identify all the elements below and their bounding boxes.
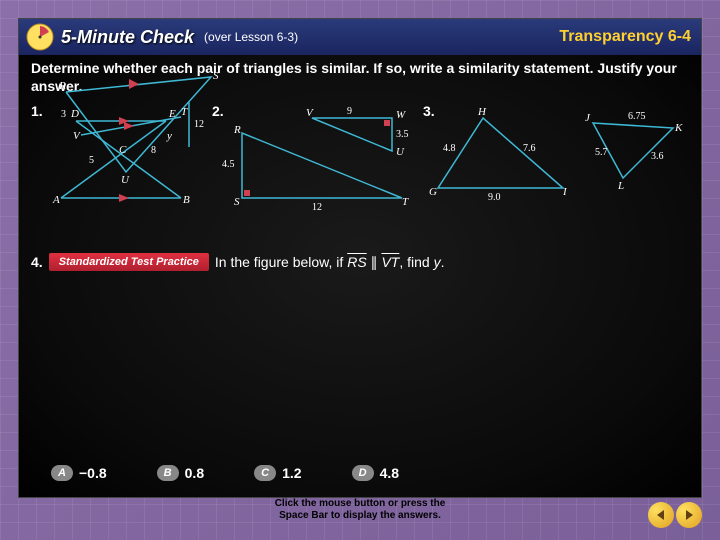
svg-text:U: U (121, 174, 130, 186)
svg-text:9.0: 9.0 (488, 192, 501, 203)
choice-a[interactable]: A −0.8 (51, 465, 107, 481)
choice-b-value: 0.8 (185, 465, 204, 481)
choice-c-value: 1.2 (282, 465, 301, 481)
header-bar: 5-Minute Check (over Lesson 6-3) Transpa… (19, 19, 701, 55)
svg-text:R: R (58, 80, 66, 92)
svg-text:H: H (477, 106, 487, 118)
svg-text:G: G (429, 186, 437, 198)
problem-4-diagram: R S T V U 3 5 8 12 y (51, 67, 241, 187)
footer-instruction: Click the mouse button or press theSpace… (0, 498, 720, 522)
problem-4-text: In the figure below, if RS ∥ VT, find y. (215, 254, 445, 271)
svg-text:9: 9 (347, 106, 352, 117)
choice-c[interactable]: C 1.2 (254, 465, 301, 481)
svg-text:K: K (674, 122, 683, 134)
problem-3: 3. H G I J K L 4.8 7.6 9.0 6.75 5.7 3.6 (423, 103, 683, 223)
svg-text:V: V (73, 130, 81, 142)
svg-text:y: y (166, 130, 172, 142)
choice-b-badge: B (157, 465, 179, 481)
problem-4-row: 4. Standardized Test Practice In the fig… (31, 253, 689, 271)
choice-c-badge: C (254, 465, 276, 481)
svg-text:7.6: 7.6 (523, 143, 536, 154)
standardized-test-badge: Standardized Test Practice (49, 253, 209, 271)
svg-text:T: T (402, 196, 409, 208)
slide-body: Determine whether each pair of triangles… (31, 59, 689, 489)
problem-2-diagram: R V W U S T 9 3.5 4.5 12 (212, 103, 417, 223)
choice-b[interactable]: B 0.8 (157, 465, 204, 481)
svg-text:S: S (234, 196, 240, 208)
svg-text:L: L (617, 180, 624, 192)
svg-text:3.5: 3.5 (396, 129, 409, 140)
svg-text:T: T (181, 106, 188, 118)
svg-text:A: A (52, 194, 60, 206)
svg-text:B: B (183, 194, 190, 206)
choice-d[interactable]: D 4.8 (352, 465, 399, 481)
svg-text:12: 12 (312, 202, 322, 213)
svg-text:S: S (213, 70, 219, 82)
prev-button[interactable] (648, 502, 674, 528)
choice-a-badge: A (51, 465, 73, 481)
next-button[interactable] (676, 502, 702, 528)
svg-text:I: I (562, 186, 568, 198)
choice-a-value: −0.8 (79, 465, 107, 481)
problem-3-diagram: H G I J K L 4.8 7.6 9.0 6.75 5.7 3.6 (423, 103, 683, 223)
svg-text:5: 5 (89, 155, 94, 166)
svg-text:U: U (396, 146, 405, 158)
nav-buttons (648, 502, 702, 528)
svg-text:3: 3 (61, 109, 66, 120)
answer-choices: A −0.8 B 0.8 C 1.2 D 4.8 (51, 465, 399, 481)
header-title: 5-Minute Check (61, 27, 194, 48)
svg-text:V: V (306, 107, 314, 119)
slide-content: 5-Minute Check (over Lesson 6-3) Transpa… (18, 18, 702, 498)
svg-text:J: J (585, 112, 591, 124)
choice-d-value: 4.8 (380, 465, 399, 481)
svg-text:8: 8 (151, 145, 156, 156)
choice-d-badge: D (352, 465, 374, 481)
problem-4-number: 4. (31, 254, 43, 270)
svg-text:6.75: 6.75 (628, 111, 646, 122)
svg-text:3.6: 3.6 (651, 151, 664, 162)
svg-text:4.8: 4.8 (443, 143, 456, 154)
clock-icon (25, 22, 55, 52)
svg-text:12: 12 (194, 119, 204, 130)
problem-2: 2. R V W U S T 9 3.5 4.5 12 (212, 103, 417, 223)
header-subtitle: (over Lesson 6-3) (204, 30, 298, 44)
svg-text:5.7: 5.7 (595, 147, 608, 158)
svg-text:W: W (396, 109, 406, 121)
header-transparency: Transparency 6-4 (559, 28, 691, 46)
